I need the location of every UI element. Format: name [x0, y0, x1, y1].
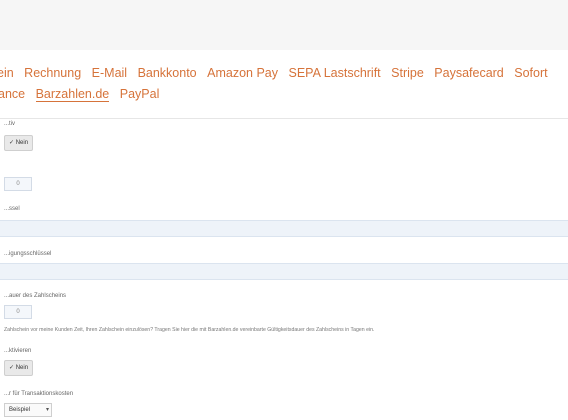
- tab-paypal[interactable]: PayPal: [120, 87, 160, 101]
- enable-label: ...ktivieren: [4, 348, 32, 354]
- payment-method-tabs: ein Rechnung E-Mail Bankkonto Amazon Pay…: [0, 62, 568, 122]
- notification-key-input[interactable]: [0, 263, 568, 280]
- notification-key-label: ...igungsschlüssel: [4, 251, 52, 257]
- tab-paysafecard[interactable]: Paysafecard: [434, 66, 503, 80]
- validity-input[interactable]: 0: [4, 305, 32, 319]
- tab-row-1: ein Rechnung E-Mail Bankkonto Amazon Pay…: [0, 66, 555, 80]
- chevron-down-icon: ▾: [45, 407, 49, 413]
- tab-rechnung[interactable]: Rechnung: [24, 66, 81, 80]
- tab-email[interactable]: E-Mail: [92, 66, 127, 80]
- active-toggle-button[interactable]: ✓ Nein: [4, 135, 34, 151]
- tab-sofort[interactable]: Sofort: [514, 66, 547, 80]
- tabs-divider: [0, 118, 568, 119]
- number-input[interactable]: 0: [4, 177, 32, 191]
- tab-ein[interactable]: ein: [0, 66, 14, 80]
- top-bar: [0, 0, 568, 50]
- tab-sepa-lastschrift[interactable]: SEPA Lastschrift: [288, 66, 380, 80]
- validity-hint: Zahlschein vor meine Kunden Zeit, Ihren …: [4, 327, 375, 333]
- tab-stripe[interactable]: Stripe: [391, 66, 424, 80]
- validity-label: ...auer des Zahlscheins: [4, 293, 67, 299]
- transaction-costs-label: ...r für Transaktionskosten: [4, 391, 74, 397]
- key-label: ...ssel: [4, 206, 20, 212]
- tab-row-2: ance Barzahlen.de PayPal: [0, 87, 166, 102]
- enable-toggle-button[interactable]: ✓ Nein: [4, 360, 34, 376]
- tab-barzahlen[interactable]: Barzahlen.de: [35, 87, 110, 102]
- select-value: Beispiel: [9, 407, 31, 413]
- tab-ance[interactable]: ance: [0, 87, 25, 101]
- key-input[interactable]: [0, 220, 568, 237]
- transaction-costs-select[interactable]: Beispiel ▾: [4, 403, 52, 417]
- tab-bankkonto[interactable]: Bankkonto: [138, 66, 197, 80]
- active-label: ...tiv: [4, 121, 16, 127]
- tab-amazon-pay[interactable]: Amazon Pay: [207, 66, 278, 80]
